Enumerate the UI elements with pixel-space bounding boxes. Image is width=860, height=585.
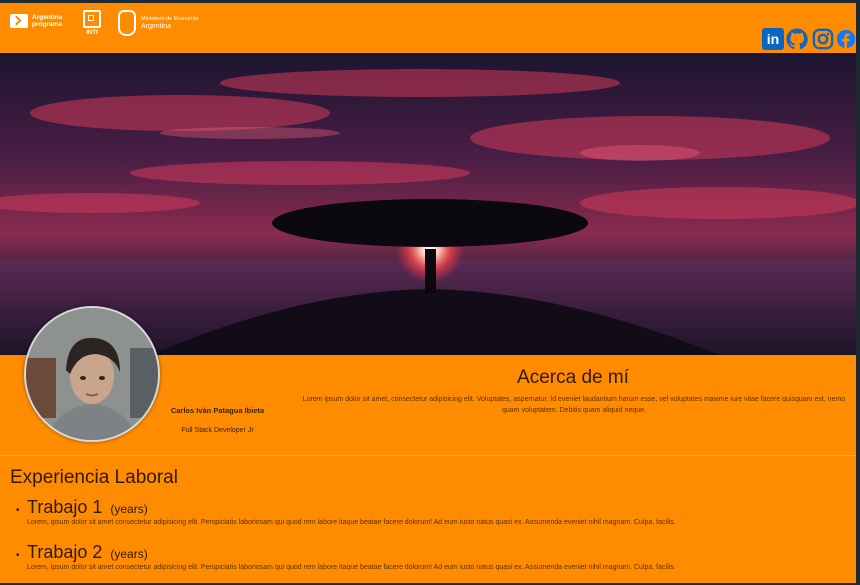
section-divider <box>0 455 856 456</box>
banner-image <box>0 53 856 355</box>
job-years: (years) <box>110 502 148 516</box>
bullet-icon: • <box>16 505 20 516</box>
job-description: Lorem, ipsum dolor sit amet consectetur … <box>27 519 676 526</box>
bullet-icon: • <box>16 550 20 561</box>
argentina-programa-label: Argentina programa <box>32 14 63 28</box>
job-description: Lorem, ipsum dolor sit amet consectetur … <box>27 564 676 571</box>
ministerio-logo[interactable]: Ministerio de Economía Argentina <box>118 10 198 36</box>
linkedin-label: in <box>766 31 780 47</box>
linkedin-icon[interactable]: in <box>762 28 784 50</box>
terminal-icon <box>10 14 28 28</box>
job-title: Trabajo 1 <box>27 497 103 517</box>
job-item: • Trabajo 2 (years) Lorem, ipsum dolor s… <box>16 542 846 571</box>
ministerio-line1: Ministerio de Economía <box>141 16 199 22</box>
about-text: Lorem ipsum dolor sit amet, consectetur … <box>302 396 846 414</box>
instagram-icon[interactable] <box>812 28 834 50</box>
github-icon[interactable] <box>786 28 808 50</box>
job-title: Trabajo 2 <box>27 542 103 562</box>
tree-trunk <box>425 249 436 293</box>
experience-title: Experiencia Laboral <box>10 467 178 488</box>
job-item: • Trabajo 1 (years) Lorem, ipsum dolor s… <box>16 497 846 526</box>
portfolio-page: Argentina programa INTI Ministerio de Ec… <box>0 3 856 583</box>
facebook-icon[interactable] <box>836 28 856 50</box>
argentina-programa-logo[interactable]: Argentina programa <box>10 14 64 28</box>
inti-logo[interactable]: INTI <box>83 10 101 36</box>
coat-of-arms-icon <box>118 10 136 36</box>
top-header: Argentina programa INTI Ministerio de Ec… <box>0 3 856 53</box>
profile-role: Full Stack Developer Jr <box>181 427 254 434</box>
job-years: (years) <box>110 547 148 561</box>
about-title: Acerca de mí <box>517 367 629 388</box>
profile-section: Carlos Iván Patagua Ibieta Full Stack De… <box>0 306 856 455</box>
ministerio-line2: Argentina <box>141 23 171 30</box>
avatar <box>24 306 160 442</box>
profile-name: Carlos Iván Patagua Ibieta <box>170 406 265 415</box>
chip-icon <box>83 10 101 28</box>
inti-label: INTI <box>86 30 98 36</box>
